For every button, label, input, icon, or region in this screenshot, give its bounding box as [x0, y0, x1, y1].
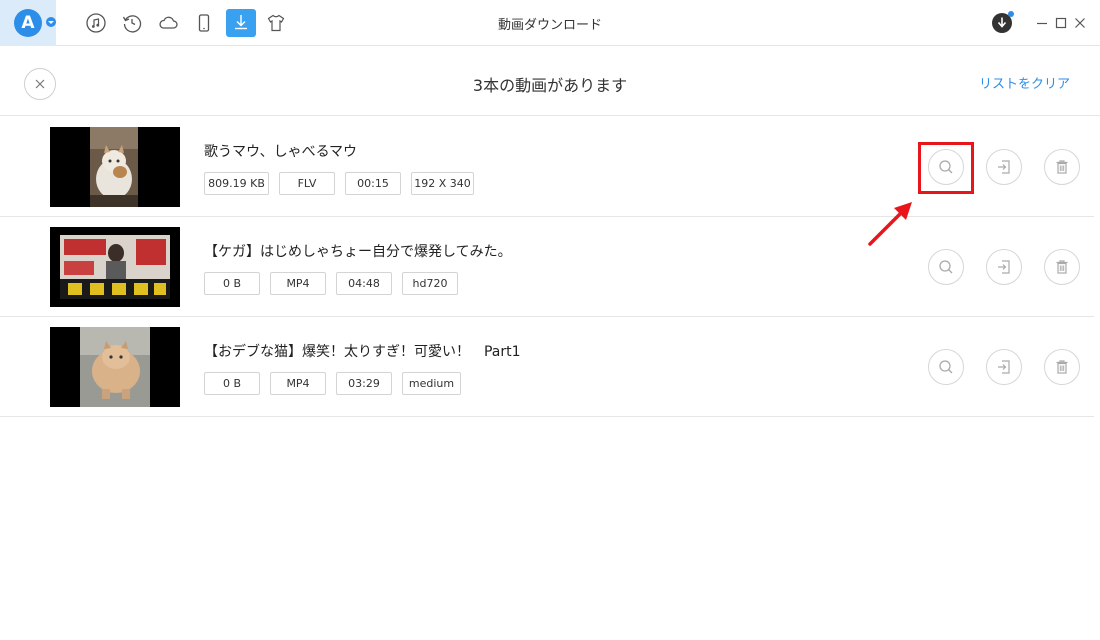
minimize-icon [1037, 22, 1047, 25]
search-button[interactable] [928, 349, 964, 385]
delete-button[interactable] [1044, 249, 1080, 285]
tshirt-icon[interactable] [263, 10, 289, 36]
video-thumbnail [50, 227, 180, 307]
notification-dot [1008, 11, 1014, 17]
list-item: 【おデブな猫】爆笑！太りすぎ！可愛い！ Part1 0 B MP4 03:29 … [0, 317, 1094, 417]
file-size-badge: 0 B [204, 372, 260, 395]
file-size-badge: 0 B [204, 272, 260, 295]
search-icon [939, 360, 953, 374]
history-icon[interactable] [119, 10, 145, 36]
export-icon [998, 360, 1010, 374]
phone-icon[interactable] [191, 10, 217, 36]
close-window-button[interactable] [1071, 12, 1089, 34]
app-logo-button[interactable]: A [0, 0, 56, 46]
maximize-button[interactable] [1052, 12, 1070, 34]
close-icon [1075, 18, 1085, 28]
cloud-icon[interactable] [155, 10, 181, 36]
app-logo: A [14, 9, 42, 37]
search-icon [939, 260, 953, 274]
export-button[interactable] [986, 149, 1022, 185]
title-bar: A 動画ダウンロード [0, 0, 1100, 46]
file-size-badge: 809.19 KB [204, 172, 269, 195]
quality-badge: medium [402, 372, 461, 395]
annotation-arrow-icon [868, 202, 912, 246]
maximize-icon [1055, 17, 1067, 29]
video-thumbnail [50, 327, 180, 407]
chevron-down-icon[interactable] [46, 17, 56, 27]
clear-list-link[interactable]: リストをクリア [979, 73, 1070, 92]
duration-badge: 00:15 [345, 172, 401, 195]
duration-badge: 04:48 [336, 272, 392, 295]
export-button[interactable] [986, 349, 1022, 385]
delete-button[interactable] [1044, 149, 1080, 185]
export-button[interactable] [986, 249, 1022, 285]
duration-badge: 03:29 [336, 372, 392, 395]
list-header: 3本の動画があります リストをクリア [0, 46, 1100, 116]
delete-button[interactable] [1044, 349, 1080, 385]
format-badge: FLV [279, 172, 335, 195]
download-status-button[interactable] [991, 11, 1014, 34]
search-button[interactable] [928, 249, 964, 285]
video-title: 歌うマウ、しゃべるマウ [204, 144, 358, 160]
download-icon[interactable] [226, 9, 256, 37]
close-list-button[interactable] [24, 68, 56, 100]
video-title: 【おデブな猫】爆笑！太りすぎ！可愛い！ Part1 [204, 344, 521, 360]
trash-icon [1056, 160, 1068, 174]
video-thumbnail [50, 127, 180, 207]
export-icon [998, 260, 1010, 274]
export-icon [998, 160, 1010, 174]
trash-icon [1056, 260, 1068, 274]
music-icon[interactable] [83, 10, 109, 36]
video-count-title: 3本の動画があります [472, 76, 628, 95]
list-item: 【ケガ】はじめしゃちょー自分で爆発してみた。 0 B MP4 04:48 hd7… [0, 217, 1094, 317]
format-badge: MP4 [270, 272, 326, 295]
trash-icon [1056, 360, 1068, 374]
highlight-box [918, 142, 974, 194]
video-title: 【ケガ】はじめしゃちょー自分で爆発してみた。 [204, 244, 512, 260]
format-badge: MP4 [270, 372, 326, 395]
close-icon [35, 79, 45, 89]
quality-badge: hd720 [402, 272, 458, 295]
quality-badge: 192 X 340 [411, 172, 474, 195]
minimize-button[interactable] [1033, 12, 1051, 34]
